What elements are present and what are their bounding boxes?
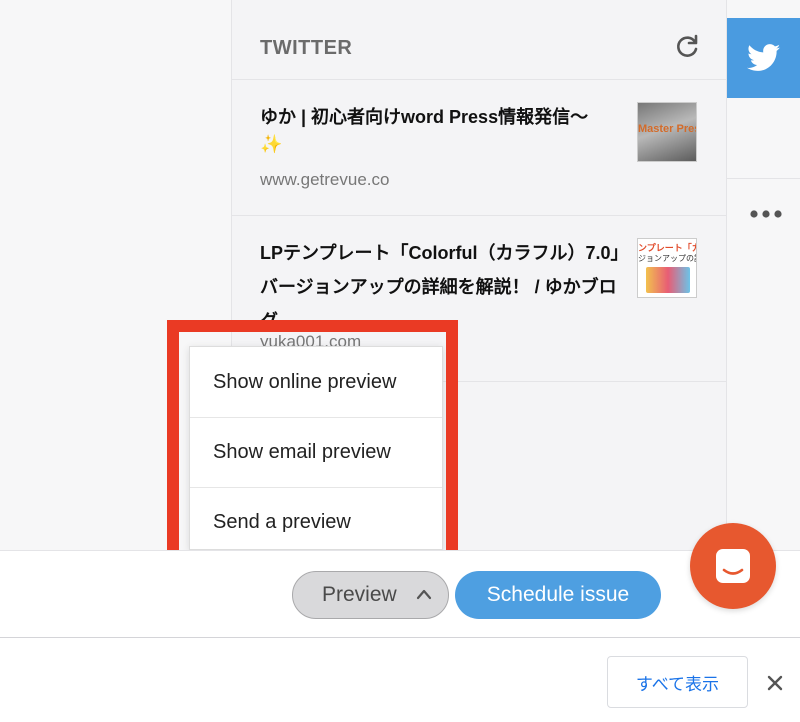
show-all-button[interactable]: すべて表示	[607, 656, 748, 708]
preview-dropdown-menu: Show online preview Show email preview S…	[189, 346, 443, 550]
twitter-bird-icon	[746, 44, 780, 71]
chat-icon	[716, 549, 750, 583]
action-bar: Preview Schedule issue	[0, 523, 800, 638]
item-thumbnail[interactable]: ンプレート「カラフル ジョンアップの詳細	[637, 238, 697, 298]
thumb-subtext: ジョンアップの詳細	[638, 254, 696, 263]
list-item[interactable]: ゆか | 初心者向けword Press情報発信〜 ✨ www.getrevue…	[232, 80, 726, 216]
refresh-icon[interactable]	[674, 34, 700, 60]
item-title[interactable]: ゆか | 初心者向けword Press情報発信〜	[260, 100, 630, 134]
more-horizontal-icon[interactable]	[749, 207, 783, 221]
thumb-image	[646, 267, 690, 293]
chat-launcher-button[interactable]	[690, 523, 776, 609]
preview-button[interactable]: Preview	[292, 571, 449, 619]
panel-title: TWITTER	[260, 37, 353, 59]
item-thumbnail[interactable]: Master Press	[637, 102, 697, 162]
item-domain: www.getrevue.co	[260, 170, 390, 189]
notification-footer: すべて表示	[0, 638, 800, 722]
close-icon[interactable]	[765, 673, 785, 693]
sparkle-emoji: ✨	[260, 134, 283, 154]
divider	[727, 178, 800, 179]
chevron-up-icon	[416, 589, 432, 600]
menu-item-show-online-preview[interactable]: Show online preview	[190, 347, 442, 417]
item-title[interactable]: LPテンプレート「Colorful（カラフル）7.0」バージョンアップの詳細を解…	[260, 236, 630, 338]
menu-item-send-a-preview[interactable]: Send a preview	[190, 487, 442, 557]
thumb-text: Master Press	[638, 123, 696, 135]
right-sidebar	[727, 0, 800, 550]
menu-item-show-email-preview[interactable]: Show email preview	[190, 417, 442, 487]
preview-button-label: Preview	[322, 583, 397, 606]
schedule-issue-button[interactable]: Schedule issue	[455, 571, 661, 619]
panel-header: TWITTER	[232, 0, 726, 80]
twitter-tab[interactable]	[727, 18, 800, 98]
